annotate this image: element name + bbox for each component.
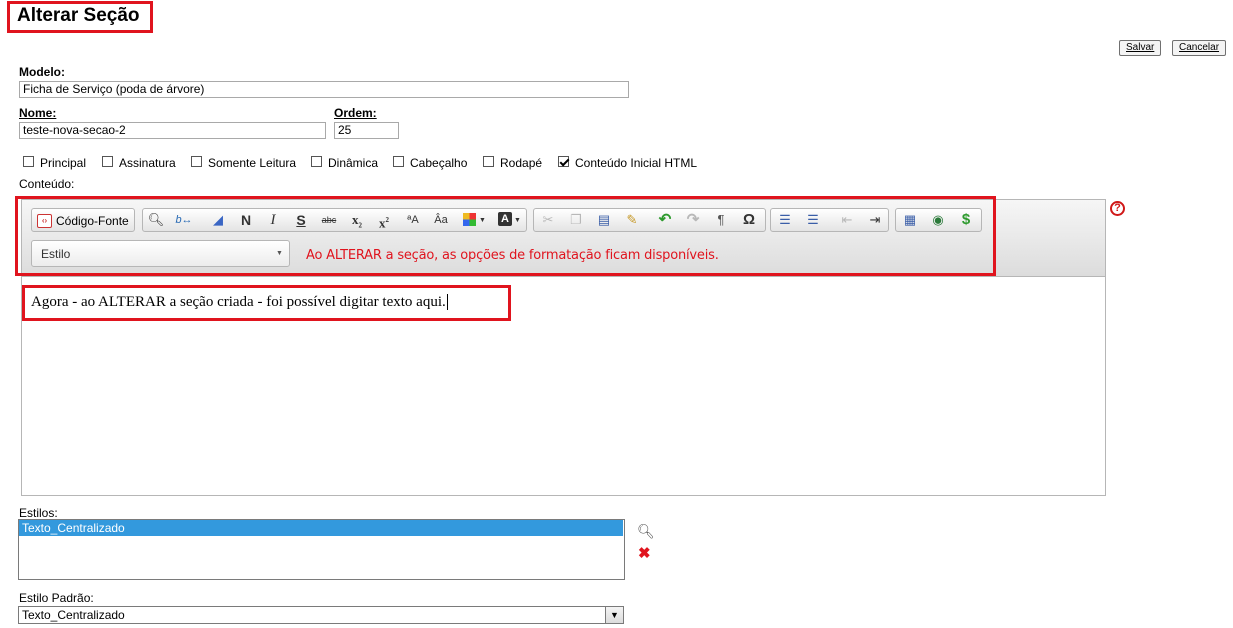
assinatura-checkbox[interactable] <box>102 156 113 167</box>
cabecalho-checkbox[interactable] <box>393 156 404 167</box>
ordem-label: Ordem: <box>334 106 377 120</box>
modelo-label: Modelo: <box>19 65 65 79</box>
styles-list-item[interactable]: Texto_Centralizado <box>19 520 623 536</box>
assinatura-label: Assinatura <box>119 156 176 170</box>
cancel-button[interactable]: Cancelar <box>1172 40 1227 56</box>
page-title: Alterar Seção <box>17 5 140 26</box>
dinamica-checkbox[interactable] <box>311 156 322 167</box>
ordem-input[interactable]: 25 <box>334 122 399 139</box>
default-style-dropdown-icon[interactable]: ▼ <box>605 607 623 623</box>
principal-label: Principal <box>40 156 87 170</box>
delete-style-icon[interactable]: ✖ <box>638 544 651 562</box>
conteudo-inicial-html-checkbox[interactable] <box>558 156 569 167</box>
save-button[interactable]: Salvar <box>1119 40 1162 56</box>
modelo-field[interactable]: Ficha de Serviço (poda de árvore) <box>19 81 629 98</box>
somente-leitura-label: Somente Leitura <box>208 156 297 170</box>
default-style-value: Texto_Centralizado <box>22 608 125 622</box>
estilo-padrao-label: Estilo Padrão: <box>19 591 94 605</box>
view-style-icon[interactable]: 🔍︎ <box>637 523 655 540</box>
somente-leitura-checkbox[interactable] <box>191 156 202 167</box>
nome-label: Nome: <box>19 106 57 120</box>
principal-checkbox[interactable] <box>23 156 34 167</box>
help-icon[interactable]: ? <box>1110 201 1125 216</box>
rodape-checkbox[interactable] <box>483 156 494 167</box>
cabecalho-label: Cabeçalho <box>410 156 468 170</box>
conteudo-label: Conteúdo: <box>19 177 75 191</box>
rodape-label: Rodapé <box>500 156 543 170</box>
toolbar-highlight-box <box>15 196 996 276</box>
conteudo-inicial-html-label: Conteúdo Inicial HTML <box>575 156 698 170</box>
content-highlight-box <box>22 285 511 321</box>
nome-input[interactable]: teste-nova-secao-2 <box>19 122 326 139</box>
estilos-label: Estilos: <box>19 506 58 520</box>
dinamica-label: Dinâmica <box>328 156 379 170</box>
